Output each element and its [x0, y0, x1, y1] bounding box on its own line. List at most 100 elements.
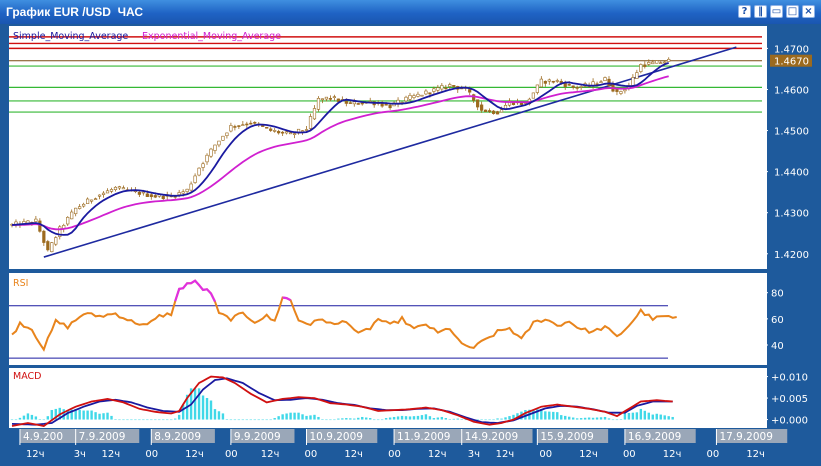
candle-body	[603, 77, 607, 82]
macd-histogram-bar	[424, 414, 428, 420]
macd-histogram-bar	[587, 417, 591, 420]
candle-body	[404, 96, 408, 102]
candle-body	[491, 110, 496, 114]
macd-histogram-bar	[631, 412, 635, 420]
macd-histogram-bar	[667, 416, 670, 420]
candle-body	[408, 95, 412, 100]
date-label: 7.9.2009	[79, 431, 126, 443]
macd-histogram-bar	[500, 418, 503, 420]
macd-histogram-bar	[591, 417, 595, 420]
candle-body	[225, 132, 229, 136]
candle-body	[78, 206, 82, 209]
chart-canvas[interactable]: Simple_Moving_Average Exponential_Moving…	[0, 0, 821, 466]
macd-histogram-bar	[118, 419, 121, 421]
macd-histogram-bar	[460, 419, 463, 420]
macd-histogram-bar	[281, 414, 284, 420]
candle-body	[277, 131, 281, 134]
macd-histogram-bar	[671, 416, 674, 420]
macd-histogram-bar	[154, 419, 157, 421]
price-tick-label: 1.4600	[774, 85, 809, 96]
candle-body	[316, 98, 321, 110]
macd-histogram-bar	[404, 416, 408, 420]
rsi-tick-label: 80	[771, 289, 784, 300]
date-label: 4.9.200	[23, 431, 63, 443]
hour-label: 00	[539, 449, 552, 460]
candle-body	[82, 203, 86, 207]
macd-histogram-bar	[337, 418, 340, 420]
candle-body	[245, 123, 249, 126]
candle-body	[535, 84, 539, 93]
candle-body	[575, 87, 579, 89]
macd-histogram-bar	[380, 419, 384, 421]
date-label: 10.9.2009	[310, 431, 363, 443]
candle-body	[663, 61, 667, 64]
price-tick-label: 1.4300	[774, 209, 809, 220]
candle-body	[288, 132, 293, 135]
macd-histogram-bar	[233, 419, 237, 421]
candle-body	[205, 154, 209, 163]
candle-body	[356, 103, 360, 105]
candle-body	[519, 102, 524, 106]
macd-histogram-bar	[273, 418, 276, 420]
candle-body	[328, 98, 333, 100]
macd-histogram-bar	[22, 415, 26, 420]
macd-histogram-bar	[90, 410, 93, 420]
macd-histogram-bar	[205, 397, 209, 420]
price-tick-label: 1.4200	[774, 250, 809, 261]
macd-histogram-bar	[345, 418, 348, 420]
candle-body	[495, 111, 500, 115]
candle-body	[193, 175, 197, 183]
candle-body	[161, 195, 165, 199]
macd-histogram-bar	[114, 419, 117, 420]
hour-label: 12ч	[746, 449, 765, 460]
rsi-tick-label: 60	[771, 315, 784, 326]
candle-body	[265, 126, 269, 129]
candle-body	[105, 190, 110, 194]
macd-tick-label: +0.000	[771, 416, 808, 427]
hour-label: 12ч	[428, 449, 447, 460]
macd-histogram-bar	[508, 416, 511, 420]
candle-body	[117, 186, 122, 189]
macd-histogram-bar	[166, 419, 169, 421]
candle-body	[97, 194, 102, 197]
macd-histogram-bar	[456, 418, 459, 420]
candle-body	[432, 88, 436, 92]
candle-body	[38, 220, 42, 232]
candle-body	[436, 87, 440, 91]
candle-body	[480, 104, 484, 111]
macd-histogram-bar	[333, 419, 336, 421]
macd-histogram-bar	[583, 417, 587, 420]
macd-histogram-bar	[86, 410, 89, 420]
candle-body	[237, 125, 241, 127]
candle-body	[416, 93, 420, 97]
candle-body	[113, 186, 118, 190]
hour-label: 00	[707, 449, 720, 460]
macd-histogram-bar	[560, 415, 563, 420]
macd-histogram-bar	[663, 415, 666, 420]
macd-histogram-bar	[353, 418, 356, 420]
candle-body	[308, 116, 313, 129]
candle-body	[46, 241, 50, 251]
macd-histogram-bar	[556, 412, 559, 420]
hour-label: 3ч	[468, 449, 480, 460]
macd-histogram-bar	[146, 419, 149, 421]
candle-body	[312, 108, 317, 120]
candle-body	[444, 87, 448, 90]
candle-body	[145, 193, 149, 197]
candle-body	[181, 191, 185, 194]
candle-body	[86, 198, 90, 204]
legend-ema: Exponential_Moving_Average	[142, 31, 281, 42]
macd-histogram-bar	[253, 419, 256, 421]
macd-histogram-bar	[245, 419, 249, 421]
candle-body	[619, 91, 623, 94]
rsi-tick-label: 40	[771, 341, 784, 352]
candle-body	[639, 64, 643, 72]
candle-body	[229, 125, 233, 132]
legend-sma: Simple_Moving_Average	[13, 31, 128, 42]
candle-body	[209, 148, 213, 157]
hour-label: 12ч	[663, 449, 682, 460]
macd-histogram-bar	[14, 419, 18, 421]
macd-histogram-bar	[193, 388, 197, 420]
macd-histogram-bar	[452, 418, 455, 420]
price-tick-label: 1.4700	[774, 44, 809, 55]
